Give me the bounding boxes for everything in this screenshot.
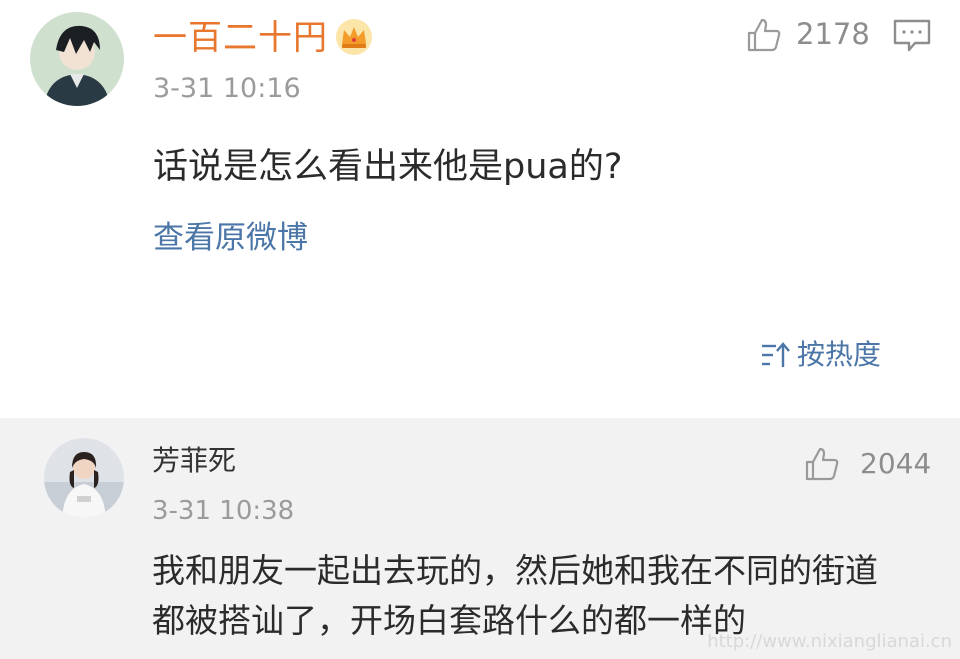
comment-time: 3-31 10:16 <box>153 73 301 104</box>
reply-username[interactable]: 芳菲死 <box>152 442 236 480</box>
reply-time: 3-31 10:38 <box>152 496 295 526</box>
reply-like-count: 2044 <box>860 447 932 480</box>
sort-by-hot-button[interactable]: 按热度 <box>797 336 881 374</box>
reply-avatar[interactable] <box>44 438 124 518</box>
top-comment: 一百二十円 3-31 10:16 2178 话说是怎么看出来他是pua的? 查看… <box>0 0 960 418</box>
reply-text-line: 我和朋友一起出去玩的，然后她和我在不同的街道 <box>152 551 878 590</box>
thumbs-up-icon[interactable] <box>746 17 782 53</box>
sort-icon[interactable] <box>760 340 790 370</box>
avatar[interactable] <box>30 12 124 106</box>
watermark: http://www.nixianglianai.cn <box>707 631 952 652</box>
comment-text: 话说是怎么看出来他是pua的? <box>153 147 623 187</box>
like-count: 2178 <box>796 17 870 51</box>
username[interactable]: 一百二十円 <box>153 16 328 60</box>
thumbs-up-icon[interactable] <box>804 446 840 482</box>
view-original-link[interactable]: 查看原微博 <box>153 218 308 258</box>
comment-icon[interactable] <box>893 19 931 53</box>
crown-icon <box>335 18 373 56</box>
